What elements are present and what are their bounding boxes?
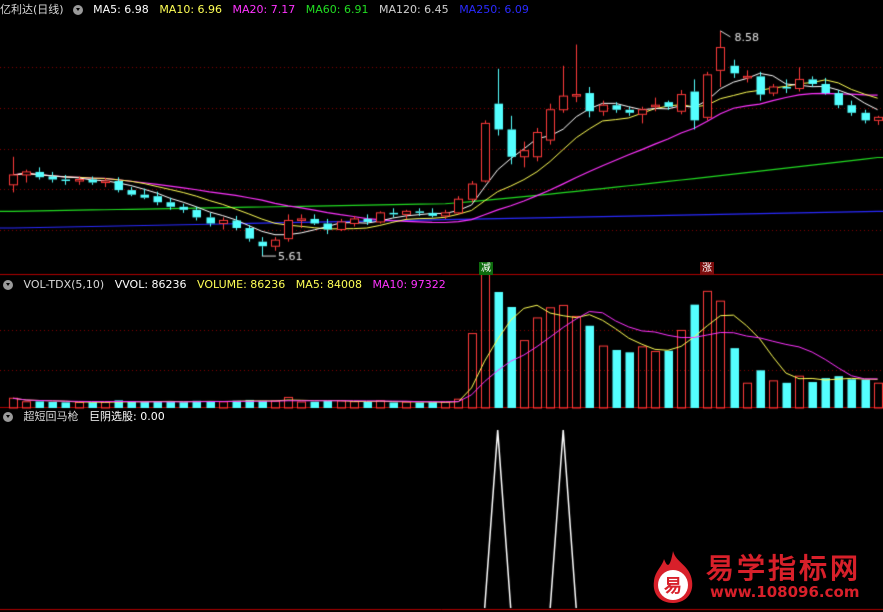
ma10-label: MA10: 6.96 (159, 3, 223, 16)
ma250-label: MA250: 6.09 (459, 3, 529, 16)
mark-rise: 涨 (700, 262, 714, 275)
kline-chart-canvas[interactable] (0, 0, 883, 612)
indicator-header: 超短回马枪 巨阴选股: 0.00 (0, 409, 172, 425)
dropdown-icon[interactable] (3, 280, 13, 290)
watermark-badge-text: 易 (664, 576, 682, 597)
vvol-label: VVOL: 86236 (114, 278, 187, 291)
main-chart-header: 亿利达(日线) MA5: 6.98 MA10: 6.96 MA20: 7.17 … (0, 2, 536, 18)
dropdown-icon[interactable] (3, 412, 13, 422)
ma5-label: MA5: 6.98 (93, 3, 149, 16)
ma20-label: MA20: 7.17 (232, 3, 296, 16)
ma60-label: MA60: 6.91 (305, 3, 369, 16)
stock-name: 亿利达(日线) (0, 3, 64, 16)
volume-indicator-name: VOL-TDX(5,10) (23, 278, 105, 291)
vol-ma5-label: MA5: 84008 (295, 278, 363, 291)
volume-label: VOLUME: 86236 (197, 278, 286, 291)
signal-label: 巨阴选股: 0.00 (89, 410, 165, 423)
indicator-name: 超短回马枪 (23, 410, 79, 423)
watermark: 易 易学指标网 www.108096.com (640, 545, 880, 609)
dropdown-icon[interactable] (72, 5, 83, 15)
volume-header: VOL-TDX(5,10) VVOL: 86236 VOLUME: 86236 … (0, 277, 453, 293)
watermark-title: 易学指标网 (706, 552, 862, 585)
watermark-url: www.108096.com (710, 583, 860, 601)
flame-logo-icon: 易 (653, 551, 693, 603)
mark-reduce: 减 (479, 262, 493, 275)
ma120-label: MA120: 6.45 (378, 3, 449, 16)
vol-ma10-label: MA10: 97322 (372, 278, 446, 291)
